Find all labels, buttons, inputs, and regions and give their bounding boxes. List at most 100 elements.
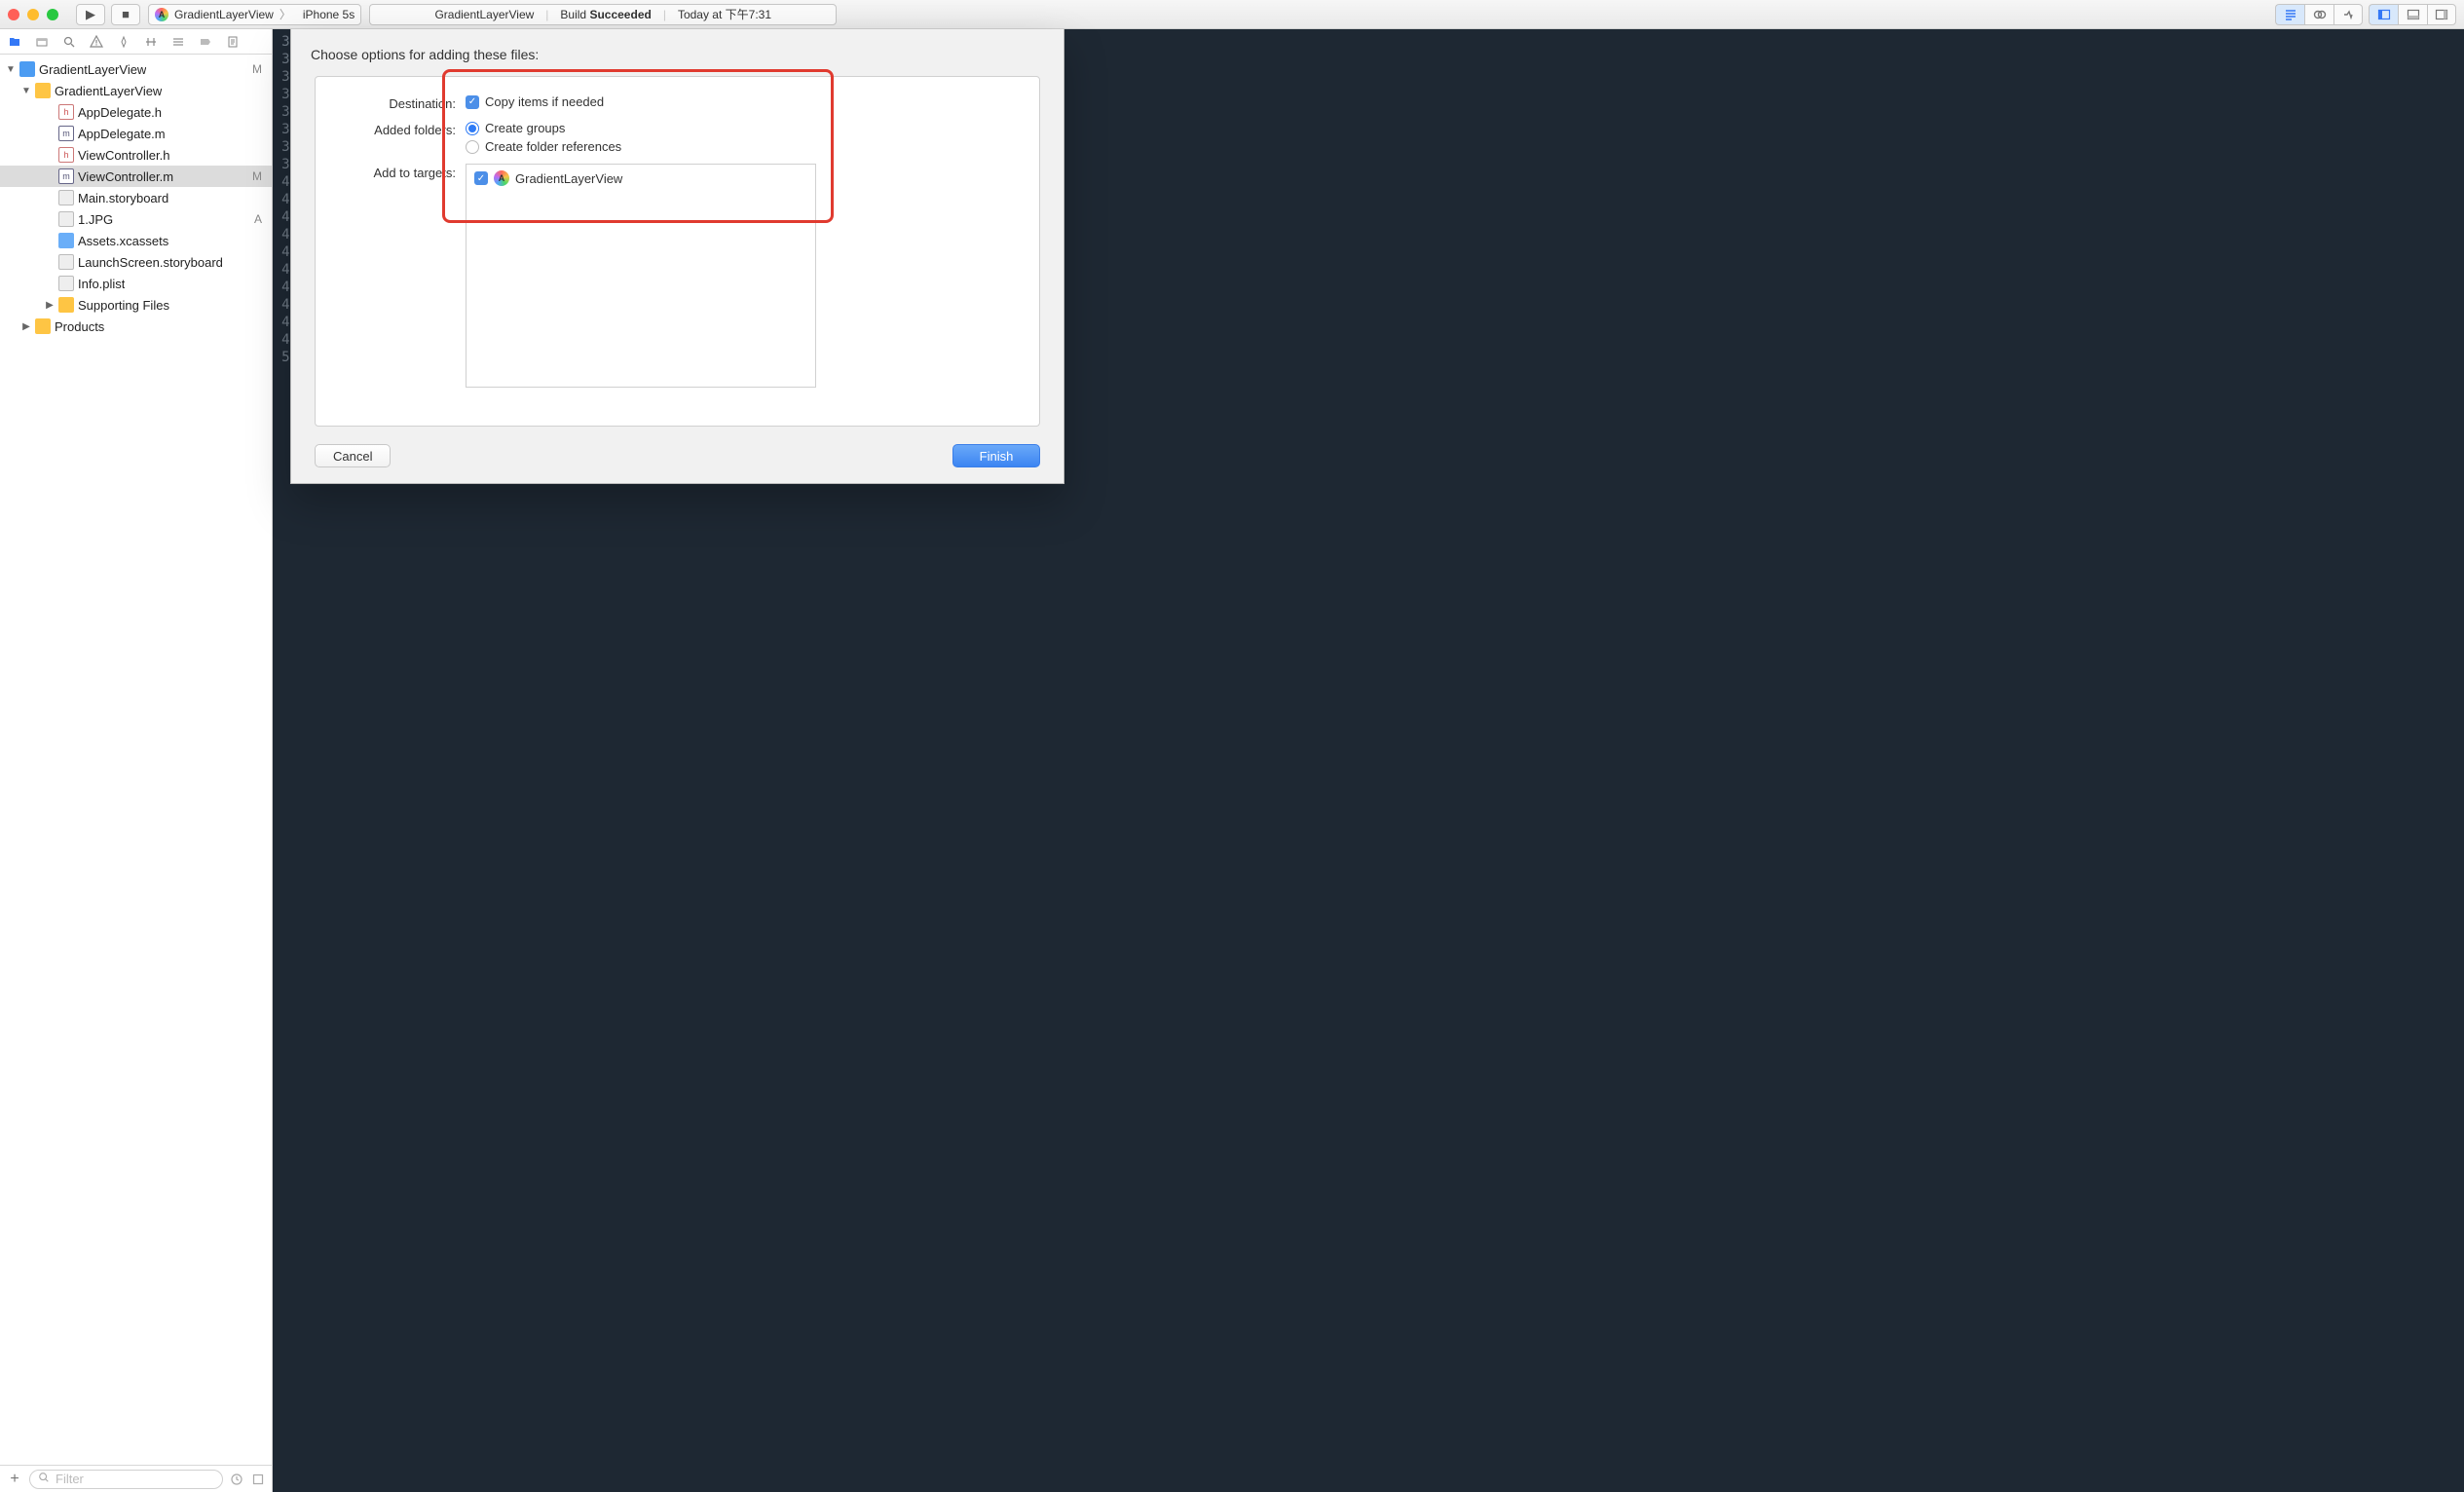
titlebar: ▶ ■ GradientLayerView 〉 iPhone 5s Gradie… <box>0 0 2464 29</box>
tree-row[interactable]: mViewController.mM <box>0 166 272 187</box>
scm-filter-button[interactable] <box>250 1472 266 1487</box>
m-icon: m <box>58 126 74 141</box>
tree-row[interactable]: m AppDelegate.m <box>0 123 272 144</box>
pane-toggle-segment <box>2369 4 2456 25</box>
standard-editor-button[interactable] <box>2275 4 2304 25</box>
tree-row-label: Assets.xcassets <box>78 234 168 248</box>
sheet-body: Destination: ✓ Copy items if needed Adde… <box>315 76 1040 427</box>
radio-selected-icon <box>466 122 479 135</box>
checkmark-icon: ✓ <box>466 95 479 109</box>
radio-unselected-icon <box>466 140 479 154</box>
tree-row-label: AppDelegate.m <box>78 127 166 141</box>
add-button[interactable]: + <box>6 1471 23 1488</box>
editor-mode-segment <box>2275 4 2363 25</box>
window-controls <box>8 9 68 20</box>
tree-row[interactable]: hAppDelegate.h <box>0 101 272 123</box>
project-navigator-tab[interactable] <box>6 33 23 51</box>
scm-status-badge: A <box>254 212 262 226</box>
issue-navigator-tab[interactable] <box>115 33 132 51</box>
scheme-selector[interactable]: GradientLayerView 〉 iPhone 5s <box>148 4 361 25</box>
run-stop-group: ▶ ■ <box>76 4 140 25</box>
sheet-buttons: Cancel Finish <box>291 440 1064 467</box>
scheme-destination-label: iPhone 5s <box>303 8 355 21</box>
tree-row[interactable]: h ViewController.h <box>0 144 272 166</box>
breakpoint-navigator-tab[interactable] <box>197 33 214 51</box>
h-icon: h <box>58 147 74 163</box>
tree-row[interactable]: LaunchScreen.storyboard <box>0 251 272 273</box>
tree-row[interactable]: ▼ GradientLayerView M <box>0 58 272 80</box>
disclosure-triangle-icon[interactable]: ▼ <box>21 86 31 96</box>
tree-row-label: GradientLayerView <box>39 62 146 77</box>
tree-row[interactable]: 1.JPG A <box>0 208 272 230</box>
tree-row-label: ViewController.m <box>78 169 173 184</box>
file-tree: ▼GradientLayerViewM▼GradientLayerViewhAp… <box>0 55 272 1465</box>
symbol-navigator-tab[interactable] <box>60 33 78 51</box>
navigator-tabs <box>0 29 272 55</box>
disclosure-triangle-icon[interactable]: ▶ <box>21 321 31 332</box>
plist-icon <box>58 276 74 291</box>
sb-icon <box>58 254 74 270</box>
app-icon <box>494 170 509 186</box>
tree-row-label: Supporting Files <box>78 298 169 313</box>
disclosure-triangle-icon[interactable]: ▼ <box>6 64 16 75</box>
toggle-navigator-button[interactable] <box>2369 4 2398 25</box>
added-folders-label: Added folders: <box>339 121 456 137</box>
create-folder-refs-radio[interactable]: Create folder references <box>466 139 1016 154</box>
tree-row-label: ViewController.h <box>78 148 169 163</box>
filter-field[interactable]: Filter <box>29 1470 223 1489</box>
create-folder-refs-label: Create folder references <box>485 139 621 154</box>
copy-items-label: Copy items if needed <box>485 94 604 109</box>
create-groups-radio[interactable]: Create groups <box>466 121 1016 135</box>
navigator-footer: + Filter <box>0 1465 272 1492</box>
close-window-button[interactable] <box>8 9 19 20</box>
app-icon <box>155 8 168 21</box>
folder-icon <box>58 297 74 313</box>
cancel-button[interactable]: Cancel <box>315 444 391 467</box>
added-folders-row: Added folders: Create groups Create fold… <box>339 121 1016 154</box>
report-navigator-tab[interactable] <box>224 33 242 51</box>
tree-row[interactable]: Info.plist <box>0 273 272 294</box>
filter-icon <box>38 1472 50 1486</box>
source-control-navigator-tab[interactable] <box>33 33 51 51</box>
tree-row[interactable]: Assets.xcassets <box>0 230 272 251</box>
tree-row-label: Info.plist <box>78 277 125 291</box>
run-button[interactable]: ▶ <box>76 4 105 25</box>
targets-list[interactable]: ✓ GradientLayerView <box>466 164 816 388</box>
create-groups-label: Create groups <box>485 121 565 135</box>
tree-row-label: GradientLayerView <box>55 84 162 98</box>
zoom-window-button[interactable] <box>47 9 58 20</box>
scm-status-badge: M <box>252 62 262 76</box>
recent-filter-button[interactable] <box>229 1472 244 1487</box>
stop-button[interactable]: ■ <box>111 4 140 25</box>
find-navigator-tab[interactable] <box>88 33 105 51</box>
assistant-editor-button[interactable] <box>2304 4 2333 25</box>
debug-navigator-tab[interactable] <box>169 33 187 51</box>
activity-project: GradientLayerView <box>434 8 534 21</box>
activity-time: Today at 下午7:31 <box>678 6 771 22</box>
version-editor-button[interactable] <box>2333 4 2363 25</box>
m-icon: m <box>58 168 74 184</box>
activity-build-prefix: Build <box>560 8 589 21</box>
finish-button[interactable]: Finish <box>952 444 1040 467</box>
toggle-debug-area-button[interactable] <box>2398 4 2427 25</box>
target-row[interactable]: ✓ GradientLayerView <box>470 168 811 188</box>
tree-row[interactable]: ▼ GradientLayerView <box>0 80 272 101</box>
test-navigator-tab[interactable] <box>142 33 160 51</box>
folder-blue-icon <box>58 233 74 248</box>
tree-row-label: LaunchScreen.storyboard <box>78 255 223 270</box>
minimize-window-button[interactable] <box>27 9 39 20</box>
toggle-utilities-button[interactable] <box>2427 4 2456 25</box>
tree-row-label: 1.JPG <box>78 212 113 227</box>
activity-viewer: GradientLayerView | Build Succeeded | To… <box>369 4 837 25</box>
destination-row: Destination: ✓ Copy items if needed <box>339 94 1016 111</box>
tree-row[interactable]: ▶Products <box>0 316 272 337</box>
checkmark-icon: ✓ <box>474 171 488 185</box>
divider: | <box>663 8 666 21</box>
tree-row[interactable]: ▶ Supporting Files <box>0 294 272 316</box>
folder-icon <box>35 83 51 98</box>
activity-status: Build Succeeded <box>560 8 651 21</box>
tree-row[interactable]: Main.storyboard <box>0 187 272 208</box>
copy-items-checkbox[interactable]: ✓ Copy items if needed <box>466 94 1016 109</box>
disclosure-triangle-icon[interactable]: ▶ <box>45 300 55 311</box>
add-to-targets-label: Add to targets: <box>339 164 456 180</box>
